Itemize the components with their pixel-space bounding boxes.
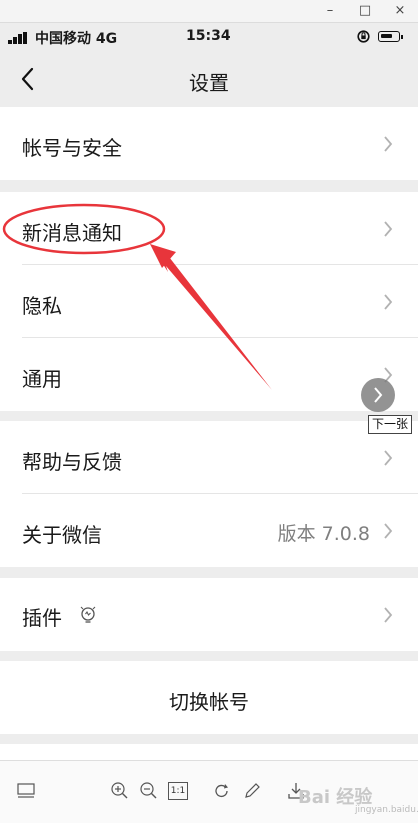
thumbnail-icon[interactable]: [16, 781, 36, 801]
watermark-url: jingyan.baidu.com: [355, 805, 418, 815]
row-label: 通用: [22, 367, 62, 391]
row-general[interactable]: 通用: [0, 338, 418, 411]
row-plugins[interactable]: 插件: [0, 578, 418, 651]
row-privacy[interactable]: 隐私: [0, 265, 418, 338]
row-label: 帮助与反馈: [22, 450, 122, 474]
chevron-right-icon: [384, 523, 393, 539]
chevron-right-icon: [384, 450, 393, 466]
row-new-message-notification[interactable]: 新消息通知: [0, 192, 418, 265]
row-label: 插件: [22, 606, 62, 630]
chevron-right-icon: [374, 387, 383, 403]
row-partial: [0, 744, 418, 760]
battery-tip: [401, 35, 403, 39]
edit-icon[interactable]: [242, 781, 262, 801]
bulb-icon: [80, 606, 96, 623]
row-label: 帐号与安全: [22, 136, 122, 160]
zoom-in-icon[interactable]: [110, 781, 130, 801]
rotate-icon[interactable]: [212, 781, 232, 801]
chevron-right-icon: [384, 294, 393, 310]
viewer-toolbar: 1:1 Bai 经验 jingyan.baidu.com: [0, 760, 418, 823]
switch-account-label: 切换帐号: [169, 690, 249, 714]
status-time: 15:34: [186, 28, 231, 44]
next-image-tooltip: 下一张: [368, 415, 413, 434]
carrier-label: 中国移动 4G: [35, 31, 118, 47]
actual-size-button[interactable]: 1:1: [168, 782, 188, 800]
row-label: 新消息通知: [22, 221, 122, 245]
row-about-wechat[interactable]: 关于微信 版本 7.0.8: [0, 494, 418, 567]
lock-rotation-icon: [357, 30, 370, 43]
row-label: 隐私: [22, 294, 62, 318]
close-button[interactable]: ×: [386, 1, 414, 21]
next-image-button[interactable]: [361, 378, 395, 412]
minimize-button[interactable]: –: [316, 1, 344, 21]
row-account-security[interactable]: 帐号与安全: [0, 107, 418, 180]
maximize-button[interactable]: □: [351, 1, 379, 21]
chevron-right-icon: [384, 136, 393, 152]
switch-account-button[interactable]: 切换帐号: [0, 661, 418, 734]
chevron-right-icon: [384, 221, 393, 237]
status-bar: 中国移动 4G 15:34: [0, 23, 418, 51]
row-help-feedback[interactable]: 帮助与反馈: [0, 421, 418, 494]
chevron-right-icon: [384, 607, 393, 623]
battery-icon: [378, 31, 400, 42]
nav-bar: 设置: [0, 51, 418, 107]
zoom-out-icon[interactable]: [139, 781, 159, 801]
page-title: 设置: [189, 71, 229, 95]
version-value: 版本 7.0.8: [277, 523, 370, 545]
row-label: 关于微信: [22, 523, 102, 547]
window-titlebar: – □ ×: [0, 0, 418, 23]
signal-icon: [8, 32, 30, 44]
